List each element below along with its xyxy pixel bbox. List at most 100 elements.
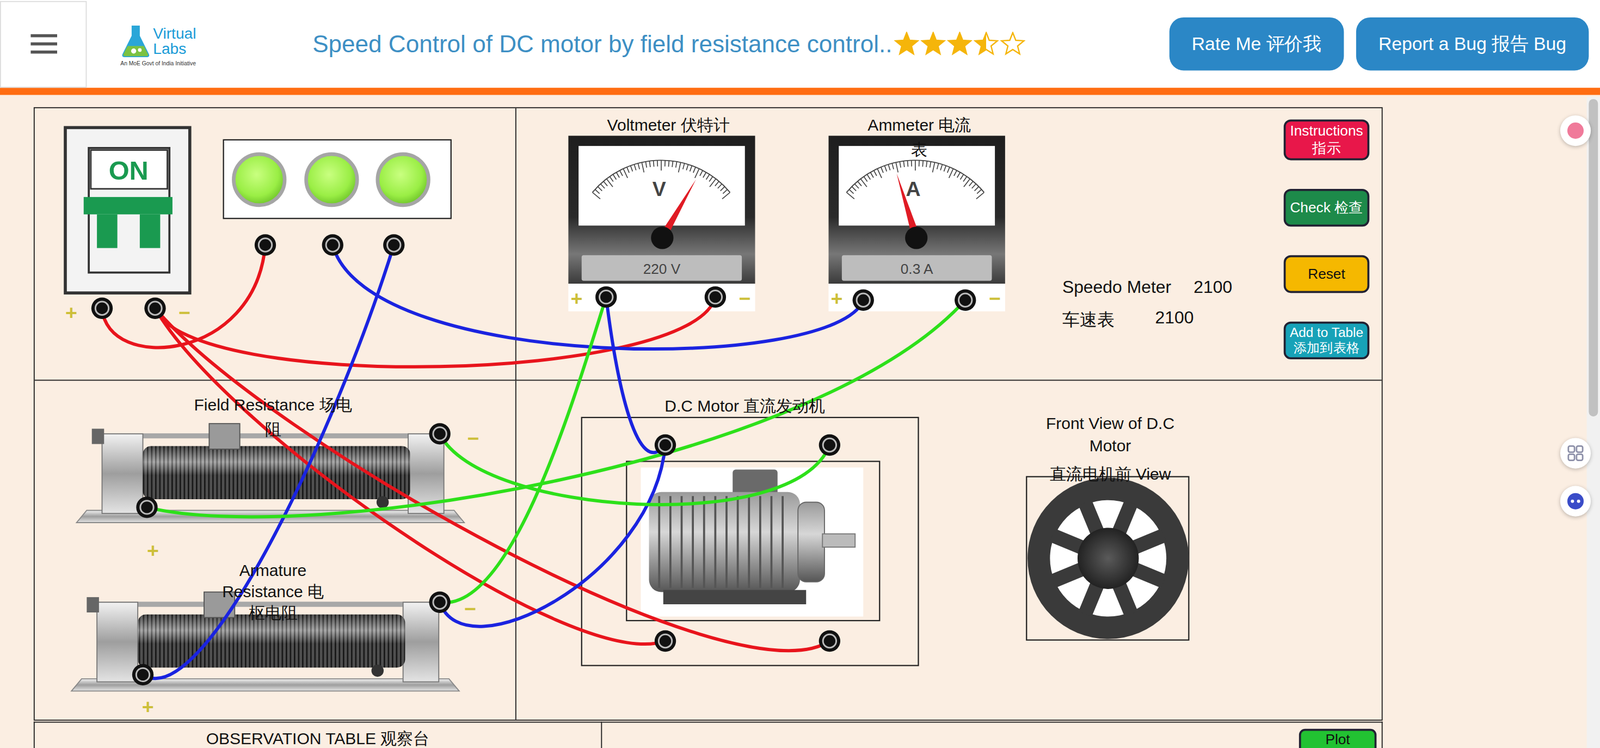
translate-icon[interactable] <box>1560 115 1591 146</box>
extension-icon[interactable] <box>1560 437 1591 469</box>
terminal[interactable] <box>132 663 154 686</box>
terminal[interactable] <box>954 289 976 311</box>
star-rating[interactable] <box>894 31 1026 57</box>
terminal-core <box>98 304 106 312</box>
meter-tick <box>888 164 890 171</box>
report-bug-button[interactable]: Report a Bug 报告 Bug <box>1356 17 1590 71</box>
star-icon[interactable] <box>1000 31 1026 57</box>
rheostat-slider[interactable] <box>208 423 240 449</box>
wire[interactable] <box>146 299 966 517</box>
terminal-outer <box>136 496 158 518</box>
extension-glyph-icon <box>1566 444 1585 463</box>
star-icon[interactable] <box>947 31 974 57</box>
wire[interactable] <box>143 244 395 679</box>
grid-square <box>1568 453 1575 460</box>
breaker-case <box>65 127 190 293</box>
terminal[interactable] <box>136 496 158 518</box>
terminal-ring <box>958 293 972 307</box>
lamp <box>377 154 429 206</box>
meter-tick <box>634 164 636 171</box>
terminal[interactable] <box>819 434 841 456</box>
meter-tick <box>854 183 859 189</box>
star-icon[interactable] <box>974 31 1000 57</box>
add-to-table-button[interactable]: Add to Table 添加到表格 <box>1283 321 1370 360</box>
motor-fin <box>781 495 784 588</box>
terminal-outer <box>254 234 276 256</box>
speedometer-value: 2100 <box>1193 277 1233 299</box>
meter-tick <box>932 162 935 172</box>
meter-tick <box>597 186 602 192</box>
scrollbar[interactable] <box>1586 96 1600 748</box>
flask-bubble <box>131 48 137 54</box>
motor-endcap <box>797 502 825 582</box>
terminal[interactable] <box>144 297 166 319</box>
extension-icon[interactable] <box>1560 485 1591 517</box>
wire[interactable] <box>155 297 716 367</box>
scrollbar-thumb[interactable] <box>1588 99 1598 417</box>
meter-tick <box>645 161 647 168</box>
meter-tick <box>911 160 913 167</box>
menu-button[interactable] <box>0 0 87 88</box>
meter-tick <box>709 176 713 182</box>
terminal-core <box>859 296 867 304</box>
terminal[interactable] <box>428 591 451 613</box>
meter-tick <box>641 162 644 172</box>
meter-tick <box>947 167 950 173</box>
terminal-core <box>261 241 269 249</box>
wire[interactable] <box>439 297 607 603</box>
star-icon[interactable] <box>920 31 947 57</box>
terminal-ring <box>856 293 870 307</box>
rate-me-button[interactable]: Rate Me 评价我 <box>1168 17 1344 71</box>
rheostat-foot <box>371 664 385 678</box>
terminal-ring <box>140 500 154 514</box>
breaker-lever[interactable] <box>83 197 173 215</box>
plot-button[interactable]: Plot <box>1299 728 1377 748</box>
motor-fin <box>770 495 773 588</box>
motor-fin <box>747 495 750 588</box>
terminal[interactable] <box>852 289 875 311</box>
motor-fin <box>759 495 762 588</box>
wire[interactable] <box>439 433 830 505</box>
meter-reading: 0.3 A <box>900 260 934 278</box>
terminal-outer <box>428 422 451 445</box>
circuit-breaker[interactable]: ON <box>65 127 190 293</box>
wire[interactable] <box>606 297 666 453</box>
rheostat-bracket <box>403 601 440 682</box>
terminal[interactable] <box>654 630 676 652</box>
wire[interactable] <box>439 445 666 627</box>
logo[interactable]: VirtualLabsAn MoE Govt of India Initiati… <box>120 21 196 67</box>
check-button[interactable]: Check 检查 <box>1283 188 1370 226</box>
instructions-button[interactable]: Instructions 指示 <box>1283 119 1370 160</box>
observation-section: OBSERVATION TABLE 观察台Plot <box>33 721 1383 748</box>
reset-button[interactable]: Reset <box>1283 254 1370 293</box>
meter-tick <box>722 189 728 194</box>
lamp-board <box>223 139 452 219</box>
terminal[interactable] <box>428 422 451 445</box>
motor-picture-frame <box>626 461 880 621</box>
breaker-leg <box>139 214 161 249</box>
wires <box>102 244 966 679</box>
terminal[interactable] <box>595 286 617 308</box>
terminal-outer <box>654 434 676 456</box>
terminal[interactable] <box>322 234 344 256</box>
motor-housing <box>649 491 801 593</box>
hamburger-icon[interactable] <box>29 33 57 55</box>
motor-feet <box>663 589 807 605</box>
terminal[interactable] <box>254 234 276 256</box>
wire[interactable] <box>332 244 864 349</box>
star-icon[interactable] <box>894 31 920 57</box>
header-bar: VirtualLabsAn MoE Govt of India Initiati… <box>0 0 1600 88</box>
terminal[interactable] <box>704 286 726 308</box>
terminal[interactable] <box>91 297 113 319</box>
meter-tick <box>960 174 964 180</box>
terminal[interactable] <box>383 234 405 256</box>
front-view-subtitle: 直流电机前 View <box>1032 464 1189 484</box>
minus-sign: − <box>178 302 191 323</box>
wire[interactable] <box>155 308 666 644</box>
terminal[interactable] <box>819 630 841 652</box>
terminal-core <box>436 429 444 438</box>
grid-square <box>1568 445 1575 452</box>
motor-fin <box>714 495 717 588</box>
terminal[interactable] <box>654 434 676 456</box>
wire[interactable] <box>155 308 830 651</box>
